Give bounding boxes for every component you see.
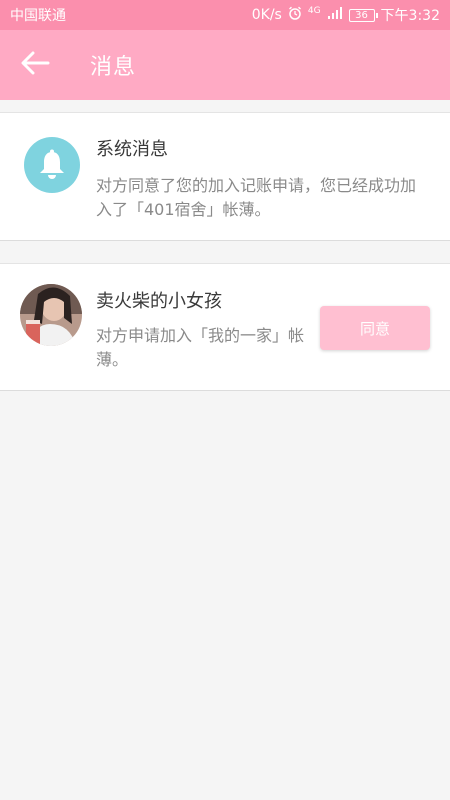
signal-icon xyxy=(327,6,343,24)
app-bar: 消息 xyxy=(0,30,450,100)
network-type: 4G xyxy=(307,5,321,16)
arrow-left-icon xyxy=(20,51,50,79)
message-item-system[interactable]: 系统消息 对方同意了您的加入记账申请，您已经成功加入了「401宿舍」帐薄。 xyxy=(0,112,450,241)
message-body: 对方申请加入「我的一家」帐薄。 xyxy=(96,326,305,369)
page-title: 消息 xyxy=(90,55,137,80)
status-icons: 0K/s 4G 36 下午3:32 xyxy=(252,5,440,25)
message-title: 卖火柴的小女孩 xyxy=(96,291,222,312)
message-title: 系统消息 xyxy=(96,139,168,160)
battery-level: 36 xyxy=(355,9,368,21)
message-item-request[interactable]: 卖火柴的小女孩 对方申请加入「我的一家」帐薄。 同意 xyxy=(0,263,450,391)
agree-button[interactable]: 同意 xyxy=(320,306,430,350)
bell-icon xyxy=(24,137,80,193)
clock-time: 下午3:32 xyxy=(380,8,440,24)
network-speed: 0K/s xyxy=(251,7,282,23)
message-body: 对方同意了您的加入记账申请，您已经成功加入了「401宿舍」帐薄。 xyxy=(96,176,417,219)
carrier-label: 中国联通 xyxy=(10,8,66,24)
back-button[interactable] xyxy=(0,30,70,100)
status-bar: 中国联通 0K/s 4G 36 下午3:32 xyxy=(0,0,450,30)
avatar xyxy=(20,284,82,346)
alarm-icon xyxy=(288,6,302,24)
battery-icon: 36 xyxy=(348,8,378,22)
